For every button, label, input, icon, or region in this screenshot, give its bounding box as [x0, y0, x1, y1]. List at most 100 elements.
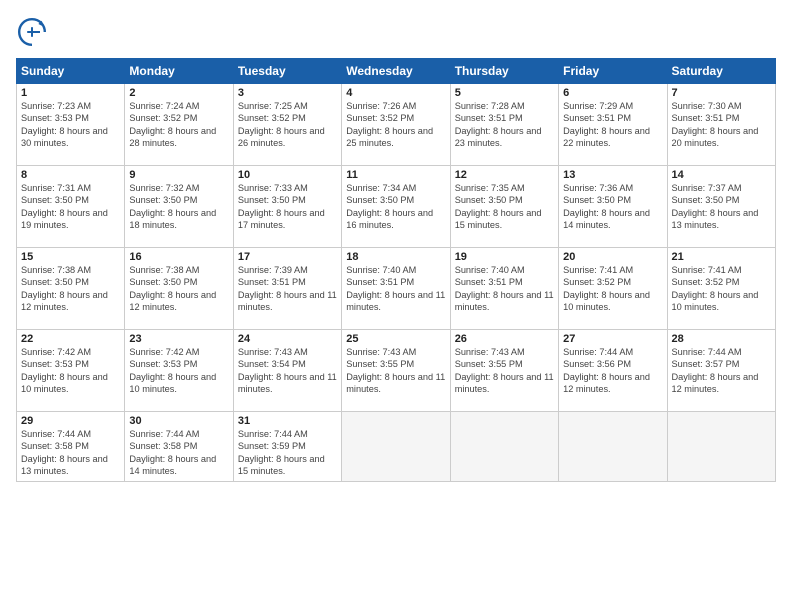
day-info: Sunrise: 7:28 AM Sunset: 3:51 PM Dayligh…	[455, 100, 554, 150]
day-info: Sunrise: 7:42 AM Sunset: 3:53 PM Dayligh…	[21, 346, 120, 396]
day-number: 3	[238, 87, 337, 99]
sunset-label: Sunset:	[238, 195, 269, 205]
sunrise-time: 7:44 AM	[166, 429, 200, 439]
day-number: 31	[238, 415, 337, 427]
daylight-label: Daylight:	[563, 372, 599, 382]
sunrise-time: 7:28 AM	[491, 101, 525, 111]
sunrise-time: 7:39 AM	[274, 265, 308, 275]
weekday-header-saturday: Saturday	[667, 59, 775, 84]
sunrise-label: Sunrise:	[672, 183, 706, 193]
calendar-cell: 17 Sunrise: 7:39 AM Sunset: 3:51 PM Dayl…	[233, 248, 341, 330]
daylight-label: Daylight:	[21, 126, 57, 136]
sunset-label: Sunset:	[455, 195, 486, 205]
sunset-time: 3:52 PM	[380, 113, 414, 123]
sunrise-label: Sunrise:	[563, 183, 597, 193]
sunset-time: 3:50 PM	[597, 195, 631, 205]
daylight-label: Daylight:	[21, 454, 57, 464]
sunrise-label: Sunrise:	[129, 183, 163, 193]
sunset-time: 3:52 PM	[705, 277, 739, 287]
day-number: 29	[21, 415, 120, 427]
sunset-label: Sunset:	[672, 277, 703, 287]
calendar-cell: 30 Sunrise: 7:44 AM Sunset: 3:58 PM Dayl…	[125, 412, 233, 482]
day-number: 14	[672, 169, 771, 181]
sunrise-label: Sunrise:	[672, 347, 706, 357]
sunset-label: Sunset:	[21, 195, 52, 205]
sunrise-time: 7:36 AM	[599, 183, 633, 193]
calendar-cell: 7 Sunrise: 7:30 AM Sunset: 3:51 PM Dayli…	[667, 84, 775, 166]
daylight-label: Daylight:	[455, 126, 491, 136]
calendar-cell: 27 Sunrise: 7:44 AM Sunset: 3:56 PM Dayl…	[559, 330, 667, 412]
sunrise-label: Sunrise:	[455, 347, 489, 357]
day-number: 18	[346, 251, 445, 263]
sunset-time: 3:56 PM	[597, 359, 631, 369]
sunset-time: 3:59 PM	[272, 441, 306, 451]
sunrise-time: 7:40 AM	[383, 265, 417, 275]
sunset-time: 3:53 PM	[55, 359, 89, 369]
sunset-time: 3:51 PM	[380, 277, 414, 287]
sunset-label: Sunset:	[129, 359, 160, 369]
day-number: 27	[563, 333, 662, 345]
day-info: Sunrise: 7:37 AM Sunset: 3:50 PM Dayligh…	[672, 182, 771, 232]
day-number: 1	[21, 87, 120, 99]
calendar-cell: 13 Sunrise: 7:36 AM Sunset: 3:50 PM Dayl…	[559, 166, 667, 248]
day-info: Sunrise: 7:38 AM Sunset: 3:50 PM Dayligh…	[21, 264, 120, 314]
sunrise-label: Sunrise:	[21, 101, 55, 111]
daylight-label: Daylight:	[672, 208, 708, 218]
daylight-label: Daylight:	[346, 372, 382, 382]
sunset-time: 3:50 PM	[55, 195, 89, 205]
day-info: Sunrise: 7:36 AM Sunset: 3:50 PM Dayligh…	[563, 182, 662, 232]
sunset-label: Sunset:	[455, 359, 486, 369]
sunset-label: Sunset:	[346, 359, 377, 369]
daylight-label: Daylight:	[346, 290, 382, 300]
daylight-label: Daylight:	[455, 208, 491, 218]
day-info: Sunrise: 7:40 AM Sunset: 3:51 PM Dayligh…	[455, 264, 554, 314]
day-number: 7	[672, 87, 771, 99]
day-number: 10	[238, 169, 337, 181]
sunrise-label: Sunrise:	[238, 265, 272, 275]
sunset-time: 3:51 PM	[705, 113, 739, 123]
sunrise-time: 7:42 AM	[57, 347, 91, 357]
sunset-label: Sunset:	[21, 441, 52, 451]
day-info: Sunrise: 7:38 AM Sunset: 3:50 PM Dayligh…	[129, 264, 228, 314]
sunrise-time: 7:32 AM	[166, 183, 200, 193]
sunset-label: Sunset:	[455, 277, 486, 287]
day-number: 15	[21, 251, 120, 263]
daylight-label: Daylight:	[563, 290, 599, 300]
day-number: 19	[455, 251, 554, 263]
sunset-label: Sunset:	[346, 277, 377, 287]
calendar-cell: 8 Sunrise: 7:31 AM Sunset: 3:50 PM Dayli…	[17, 166, 125, 248]
page: SundayMondayTuesdayWednesdayThursdayFrid…	[0, 0, 792, 612]
daylight-label: Daylight:	[238, 372, 274, 382]
calendar-cell: 28 Sunrise: 7:44 AM Sunset: 3:57 PM Dayl…	[667, 330, 775, 412]
day-info: Sunrise: 7:29 AM Sunset: 3:51 PM Dayligh…	[563, 100, 662, 150]
logo	[16, 16, 52, 48]
sunset-time: 3:52 PM	[163, 113, 197, 123]
day-info: Sunrise: 7:24 AM Sunset: 3:52 PM Dayligh…	[129, 100, 228, 150]
daylight-label: Daylight:	[563, 126, 599, 136]
sunrise-label: Sunrise:	[455, 183, 489, 193]
daylight-label: Daylight:	[238, 290, 274, 300]
day-number: 21	[672, 251, 771, 263]
day-number: 20	[563, 251, 662, 263]
calendar-cell: 15 Sunrise: 7:38 AM Sunset: 3:50 PM Dayl…	[17, 248, 125, 330]
sunset-label: Sunset:	[238, 441, 269, 451]
sunset-time: 3:55 PM	[488, 359, 522, 369]
day-number: 11	[346, 169, 445, 181]
daylight-label: Daylight:	[346, 126, 382, 136]
sunset-label: Sunset:	[21, 277, 52, 287]
day-info: Sunrise: 7:41 AM Sunset: 3:52 PM Dayligh…	[563, 264, 662, 314]
sunset-label: Sunset:	[455, 113, 486, 123]
day-info: Sunrise: 7:44 AM Sunset: 3:56 PM Dayligh…	[563, 346, 662, 396]
daylight-label: Daylight:	[129, 290, 165, 300]
calendar-cell: 2 Sunrise: 7:24 AM Sunset: 3:52 PM Dayli…	[125, 84, 233, 166]
sunset-label: Sunset:	[129, 441, 160, 451]
day-number: 13	[563, 169, 662, 181]
calendar-cell: 12 Sunrise: 7:35 AM Sunset: 3:50 PM Dayl…	[450, 166, 558, 248]
daylight-label: Daylight:	[21, 208, 57, 218]
daylight-label: Daylight:	[563, 208, 599, 218]
sunrise-time: 7:40 AM	[491, 265, 525, 275]
calendar-cell: 11 Sunrise: 7:34 AM Sunset: 3:50 PM Dayl…	[342, 166, 450, 248]
calendar-cell: 20 Sunrise: 7:41 AM Sunset: 3:52 PM Dayl…	[559, 248, 667, 330]
day-info: Sunrise: 7:23 AM Sunset: 3:53 PM Dayligh…	[21, 100, 120, 150]
day-number: 24	[238, 333, 337, 345]
